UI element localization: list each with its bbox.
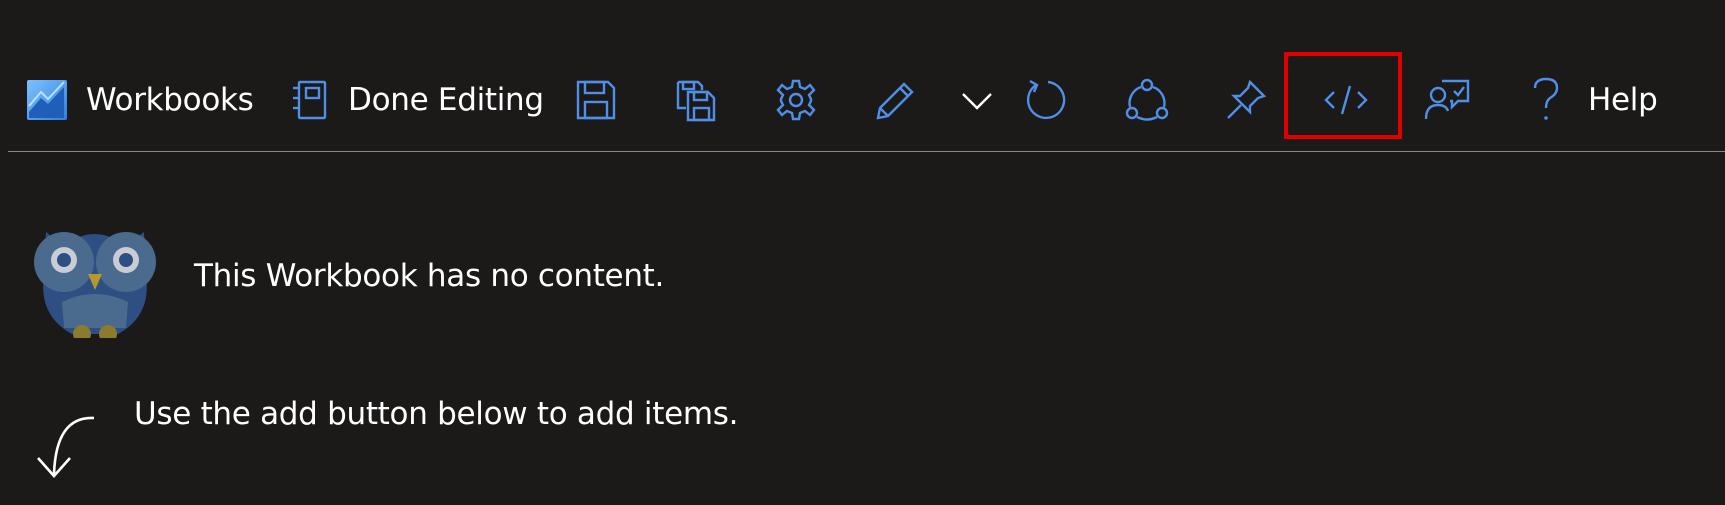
share-icon — [1124, 77, 1170, 123]
owl-illustration — [34, 216, 156, 343]
edit-dropdown-button[interactable] — [960, 48, 994, 152]
edit-icon — [872, 78, 918, 122]
done-editing-button[interactable]: Done Editing — [290, 48, 544, 152]
save-as-button[interactable] — [674, 48, 718, 152]
save-icon — [574, 78, 618, 122]
chevron-down-icon — [960, 88, 994, 112]
edit-button[interactable] — [872, 48, 918, 152]
help-icon — [1530, 76, 1562, 124]
workbook-editor-page: Workbooks Done Editing Help This Workboo… — [0, 0, 1725, 505]
save-as-icon — [674, 78, 718, 122]
feedback-button[interactable] — [1424, 48, 1470, 152]
empty-state-title: This Workbook has no content. — [194, 258, 665, 294]
pin-icon — [1224, 78, 1268, 122]
pin-button[interactable] — [1224, 48, 1268, 152]
settings-button[interactable] — [774, 48, 818, 152]
command-bar: Workbooks Done Editing Help — [8, 48, 1725, 152]
workbooks-icon — [26, 79, 68, 121]
feedback-icon — [1424, 77, 1470, 123]
share-button[interactable] — [1124, 48, 1170, 152]
highlight-box — [1284, 52, 1402, 139]
settings-icon — [774, 78, 818, 122]
done-editing-icon — [290, 78, 330, 122]
help-button[interactable]: Help — [1530, 48, 1658, 152]
workbooks-label: Workbooks — [86, 82, 254, 118]
save-button[interactable] — [574, 48, 618, 152]
workbooks-button[interactable]: Workbooks — [26, 48, 254, 152]
refresh-icon — [1022, 77, 1068, 123]
refresh-button[interactable] — [1022, 48, 1068, 152]
curved-arrow-down-icon — [34, 414, 98, 484]
done-editing-label: Done Editing — [348, 82, 544, 118]
empty-state-hint: Use the add button below to add items. — [134, 396, 739, 432]
help-label: Help — [1588, 82, 1658, 118]
